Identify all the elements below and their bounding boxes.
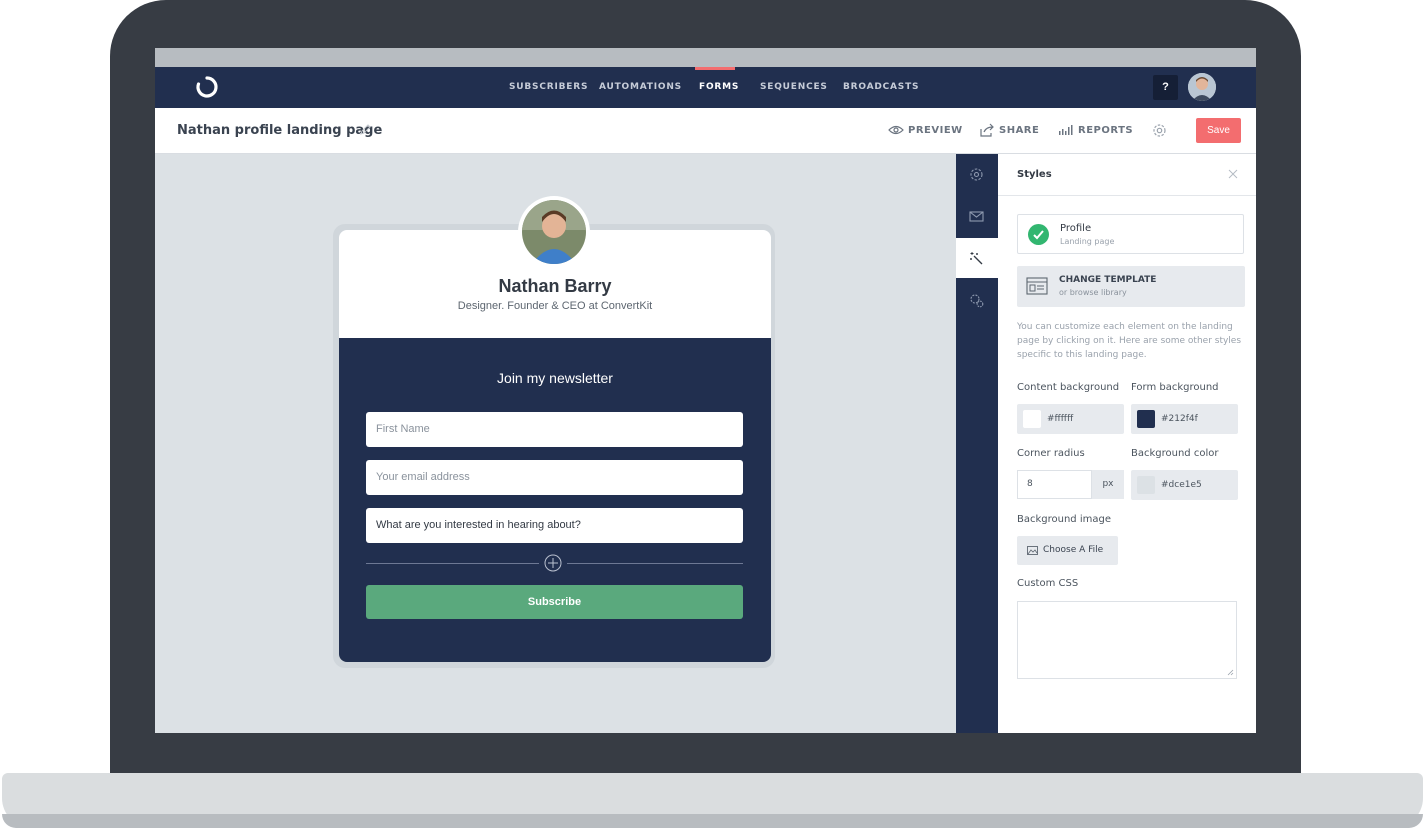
change-template-title: CHANGE TEMPLATE <box>1059 275 1157 285</box>
nav-item-forms[interactable]: FORMS <box>699 67 739 108</box>
magic-wand-icon <box>970 252 983 265</box>
content-background-label: Content background <box>1017 382 1120 393</box>
preview-button[interactable]: PREVIEW <box>888 108 963 153</box>
share-icon <box>980 123 994 137</box>
settings-icon <box>970 168 983 181</box>
profile-name[interactable]: Nathan Barry <box>339 276 771 297</box>
rail-settings-button[interactable] <box>956 154 998 194</box>
first-name-field[interactable]: First Name <box>366 412 743 447</box>
profile-photo-icon <box>522 200 586 264</box>
check-icon <box>1028 224 1049 245</box>
browser-bar <box>155 48 1256 67</box>
reports-button[interactable]: REPORTS <box>1058 108 1133 153</box>
close-icon[interactable] <box>1227 168 1239 180</box>
nav-item-automations[interactable]: AUTOMATIONS <box>599 67 682 108</box>
divider-left <box>366 563 539 564</box>
nav-item-subscribers[interactable]: SUBSCRIBERS <box>509 67 588 108</box>
settings-gear-icon[interactable] <box>1151 122 1168 139</box>
template-icon <box>1026 277 1048 295</box>
corner-radius-label: Corner radius <box>1017 448 1085 459</box>
form-background-picker[interactable]: #212f4f <box>1131 404 1238 434</box>
form-background-swatch <box>1137 410 1155 428</box>
rail-advanced-button[interactable] <box>956 280 998 320</box>
divider-right <box>567 563 743 564</box>
eye-icon <box>888 125 904 135</box>
convertkit-logo-icon[interactable] <box>195 75 219 99</box>
share-label: SHARE <box>999 125 1040 136</box>
custom-css-textarea[interactable] <box>1017 601 1237 679</box>
panel-description: You can customize each element on the la… <box>1017 322 1242 360</box>
laptop-base-edge <box>2 814 1423 828</box>
newsletter-heading[interactable]: Join my newsletter <box>339 370 771 386</box>
change-template-subtitle: or browse library <box>1059 288 1127 297</box>
profile-avatar[interactable] <box>522 200 586 264</box>
rail-email-button[interactable] <box>956 196 998 236</box>
app-screen: SUBSCRIBERS AUTOMATIONS FORMS SEQUENCES … <box>155 48 1256 733</box>
bar-chart-icon <box>1059 125 1073 135</box>
change-template-button[interactable]: CHANGE TEMPLATE or browse library <box>1017 266 1245 307</box>
email-field[interactable]: Your email address <box>366 460 743 495</box>
template-name: Profile <box>1060 223 1092 234</box>
mail-icon <box>969 211 984 222</box>
sidebar-rail <box>956 154 998 733</box>
panel-title: Styles <box>1017 169 1052 180</box>
content-background-swatch <box>1023 410 1041 428</box>
pencil-icon[interactable] <box>358 123 372 137</box>
help-button[interactable]: ? <box>1153 75 1178 100</box>
corner-radius-unit: px <box>1092 470 1124 499</box>
content-background-picker[interactable]: #ffffff <box>1017 404 1124 434</box>
content-background-value: #ffffff <box>1047 414 1074 424</box>
styles-panel: Styles Profile Landing page CHANGE TEMPL… <box>998 154 1256 733</box>
template-card[interactable]: Profile Landing page <box>1017 214 1244 254</box>
editor-toolbar: Nathan profile landing page PREVIEW SHAR… <box>155 108 1256 154</box>
form-background-label: Form background <box>1131 382 1219 393</box>
nav-item-sequences[interactable]: SEQUENCES <box>760 67 828 108</box>
subscribe-button[interactable]: Subscribe <box>366 585 743 619</box>
background-image-label: Background image <box>1017 514 1111 525</box>
top-nav: SUBSCRIBERS AUTOMATIONS FORMS SEQUENCES … <box>155 67 1256 108</box>
background-color-swatch <box>1137 476 1155 494</box>
background-color-picker[interactable]: #dce1e5 <box>1131 470 1238 500</box>
form-background-value: #212f4f <box>1161 414 1198 424</box>
add-field-icon[interactable] <box>544 554 562 572</box>
user-avatar-icon <box>1188 73 1216 101</box>
choose-file-button[interactable]: Choose A File <box>1017 536 1118 565</box>
custom-css-label: Custom CSS <box>1017 578 1079 589</box>
advanced-settings-icon <box>970 294 984 308</box>
profile-subtitle[interactable]: Designer. Founder & CEO at ConvertKit <box>339 300 771 312</box>
rail-styles-button[interactable] <box>956 238 998 278</box>
interests-field[interactable]: What are you interested in hearing about… <box>366 508 743 543</box>
nav-item-broadcasts[interactable]: BROADCASTS <box>843 67 919 108</box>
image-icon <box>1027 546 1038 555</box>
save-button[interactable]: Save <box>1196 118 1241 143</box>
user-avatar[interactable] <box>1188 73 1216 101</box>
share-button[interactable]: SHARE <box>979 108 1039 153</box>
reports-label: REPORTS <box>1078 125 1134 136</box>
choose-file-label: Choose A File <box>1043 545 1104 555</box>
template-type: Landing page <box>1060 237 1115 246</box>
preview-label: PREVIEW <box>908 125 963 136</box>
resize-handle-icon[interactable] <box>1227 669 1234 676</box>
corner-radius-input[interactable]: 8 <box>1017 470 1092 499</box>
page-title[interactable]: Nathan profile landing page <box>177 108 382 153</box>
panel-header: Styles <box>998 154 1256 196</box>
background-color-value: #dce1e5 <box>1161 480 1202 490</box>
background-color-label: Background color <box>1131 448 1219 459</box>
